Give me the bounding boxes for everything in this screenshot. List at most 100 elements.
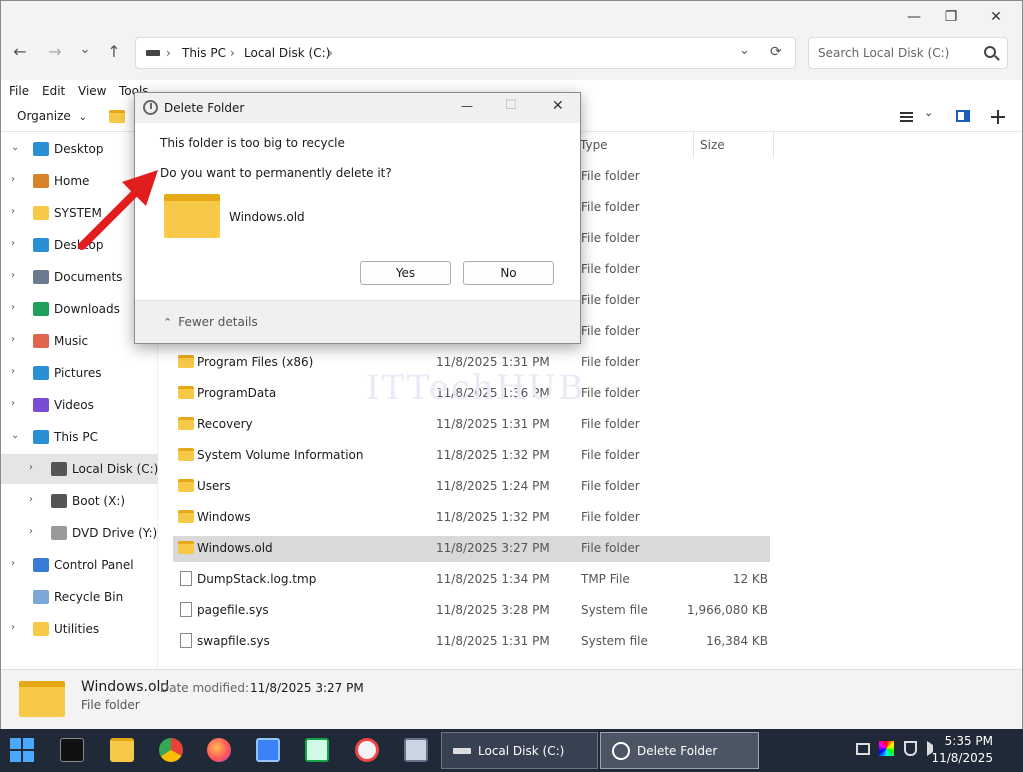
firefox-icon[interactable] [207,738,231,762]
chevron-right-icon[interactable]: › [11,174,15,185]
chevron-down-icon: ⌄ [78,112,87,123]
details-pane-icon[interactable] [956,110,970,122]
chevron-right-icon[interactable]: › [11,558,15,569]
yes-button[interactable]: Yes [360,261,451,285]
task-label: Delete Folder [637,744,718,758]
table-row[interactable]: Users 11/8/2025 1:24 PM File folder [173,474,770,500]
chrome-icon[interactable] [159,738,183,762]
file-size: 16,384 KB [706,634,768,648]
recycle-bin-icon [33,590,49,604]
sidebar-item-dvd-drive-y-h[interactable]: › DVD Drive (Y:) H [1,518,170,548]
column-header-size[interactable]: Size [700,138,725,152]
table-row[interactable]: DumpStack.log.tmp 11/8/2025 1:34 PM TMP Fi… [173,567,770,593]
taskbar-task-local-disk[interactable]: Local Disk (C:) [441,732,598,769]
column-header-type[interactable]: Type [580,138,608,152]
chevron-down-icon[interactable]: ⌄ [11,430,19,441]
sidebar-item-this-pc[interactable]: ⌄ This PC [1,422,158,452]
sidebar-item-label: This PC [54,430,98,444]
table-row[interactable]: System Volume Information 11/8/2025 1:32 … [173,443,770,469]
chevron-right-icon[interactable]: › [29,462,33,473]
sidebar-item-videos[interactable]: › Videos [1,390,158,420]
address-bar[interactable]: › This PC › Local Disk (C:) › ⌄ ⟳ [135,37,796,69]
menu-file[interactable]: File [9,84,29,98]
recent-locations-button[interactable]: ⌄ [73,38,97,62]
terminal-icon[interactable] [60,738,84,762]
close-button[interactable]: ✕ [976,5,1016,29]
search-input[interactable]: Search Local Disk (C:) [818,46,949,60]
view-options-chevron[interactable]: ⌄ [924,106,933,119]
chevron-right-icon[interactable]: › [29,526,33,537]
chevron-right-icon[interactable]: › [11,334,15,345]
file-size: 1,966,080 KB [687,603,768,617]
watermark: ITTechHUB [366,368,586,408]
chevron-right-icon[interactable]: › [11,622,15,633]
security-icon[interactable] [904,741,917,756]
chevron-right-icon[interactable]: › [11,398,15,409]
chevron-right-icon[interactable]: › [29,494,33,505]
add-icon[interactable] [991,110,1005,124]
sidebar-item-label: DVD Drive (Y:) H [72,526,171,540]
file-type: File folder [581,417,640,431]
chevron-right-icon[interactable]: › [11,206,15,217]
folder-icon [33,622,49,636]
dialog-question: Do you want to permanently delete it? [160,166,392,180]
minimize-button[interactable]: — [894,5,934,29]
up-button[interactable]: ↑ [102,40,126,64]
chevron-right-icon[interactable]: › [11,302,15,313]
sidebar-item-control-panel[interactable]: › Control Panel [1,550,158,580]
color-icon[interactable] [879,741,894,756]
red-arrow-annotation [78,170,158,250]
menu-view[interactable]: View [78,84,106,98]
chart-app-icon[interactable] [305,738,329,762]
sidebar-item-local-disk-c[interactable]: › Local Disk (C:) [1,454,158,484]
notepad-icon[interactable] [256,738,280,762]
table-row[interactable]: Recovery 11/8/2025 1:31 PM File folder [173,412,770,438]
dialog-minimize-button[interactable]: — [461,99,473,113]
breadcrumb-local-disk[interactable]: Local Disk (C:) [244,46,330,60]
maximize-button[interactable]: ❐ [931,5,971,29]
sidebar-item-utilities[interactable]: › Utilities [1,614,158,644]
chevron-down-icon[interactable]: ⌄ [11,142,19,153]
details-date-value: 11/8/2025 3:27 PM [250,681,364,695]
drive-icon [51,494,67,508]
organize-label: Organize [17,109,71,123]
sidebar-item-boot-x[interactable]: › Boot (X:) [1,486,158,516]
refresh-icon[interactable]: ⟳ [770,44,782,60]
folder-icon [178,386,194,399]
fewer-details-button[interactable]: ⌃ Fewer details [163,315,258,329]
windows-start-icon[interactable] [10,738,34,762]
taskbar-task-delete-folder[interactable]: Delete Folder [600,732,759,769]
title-bar: — ❐ ✕ [1,1,1022,34]
sidebar-item-pictures[interactable]: › Pictures [1,358,158,388]
no-button[interactable]: No [463,261,554,285]
back-button[interactable]: ← [8,40,32,64]
table-row[interactable]: swapfile.sys 11/8/2025 1:31 PM System file… [173,629,770,655]
pc-icon [33,430,49,444]
taskbar-clock[interactable]: 5:35 PM 11/8/2025 [931,733,993,767]
menu-edit[interactable]: Edit [42,84,65,98]
sidebar-item-recycle-bin[interactable]: Recycle Bin [1,582,158,612]
file-type: File folder [581,200,640,214]
breadcrumb-this-pc[interactable]: This PC [182,46,226,60]
calculator-icon[interactable] [404,738,428,762]
table-row[interactable]: pagefile.sys 11/8/2025 3:28 PM System file… [173,598,770,624]
paint-icon[interactable] [355,738,379,762]
dialog-close-button[interactable]: ✕ [552,98,564,114]
file-type: File folder [581,355,640,369]
file-name: pagefile.sys [197,603,269,617]
file-explorer-icon[interactable] [110,738,134,762]
chevron-right-icon[interactable]: › [11,238,15,249]
organize-button[interactable]: Organize ⌄ [17,109,87,123]
network-icon[interactable] [856,743,870,755]
address-dropdown-icon[interactable]: ⌄ [739,43,750,58]
forward-button[interactable]: → [43,40,67,64]
sidebar-item-label: Videos [54,398,94,412]
search-box[interactable]: Search Local Disk (C:) [808,37,1008,69]
table-row[interactable]: Windows 11/8/2025 1:32 PM File folder [173,505,770,531]
chevron-right-icon[interactable]: › [11,270,15,281]
chevron-right-icon[interactable]: › [11,366,15,377]
task-label: Local Disk (C:) [478,744,565,758]
breadcrumb-separator: › [166,46,171,60]
folder-icon [164,194,220,238]
table-row[interactable]: Windows.old 11/8/2025 3:27 PM File folder [173,536,770,562]
